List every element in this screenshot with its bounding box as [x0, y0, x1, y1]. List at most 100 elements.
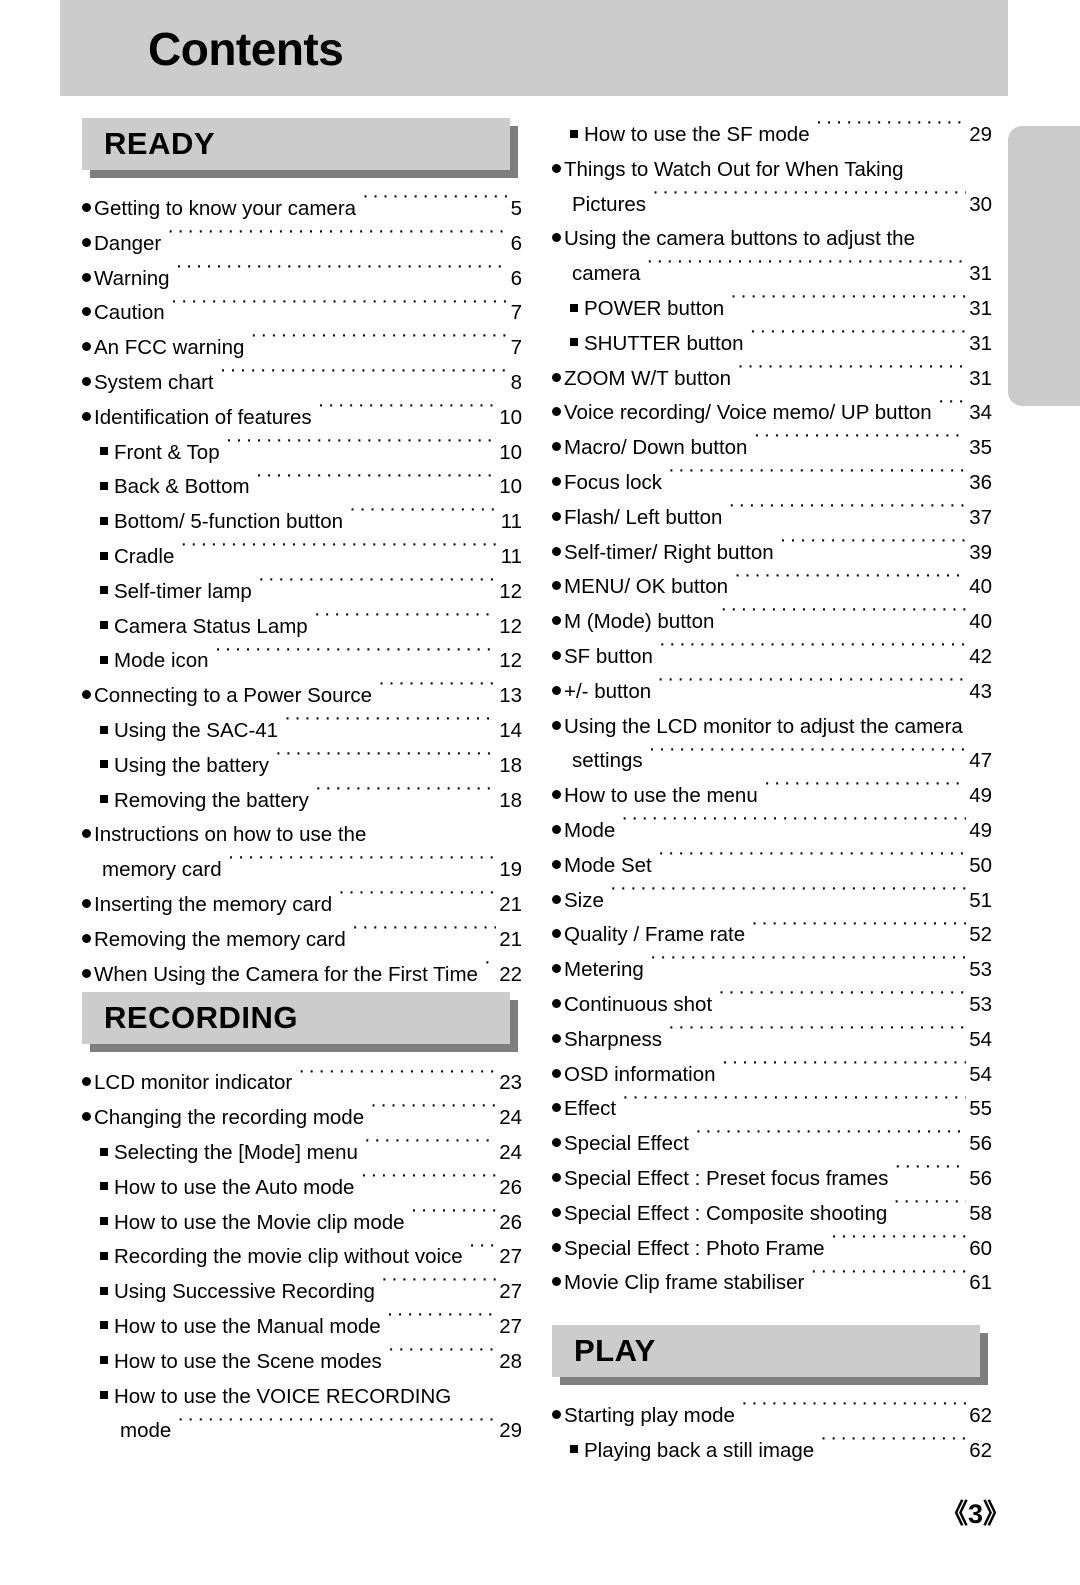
toc-entry[interactable]: Playing back a still image 62 [552, 1434, 992, 1469]
toc-entry-row: M (Mode) button 40 [552, 605, 992, 640]
toc-entry[interactable]: OSD information 54 [552, 1058, 992, 1093]
toc-entry[interactable]: M (Mode) button 40 [552, 605, 992, 640]
toc-entry[interactable]: Inserting the memory card 21 [82, 888, 522, 923]
toc-entry-label: How to use the VOICE RECORDING [114, 1384, 452, 1408]
toc-entry-label: Sharpness [564, 1027, 663, 1051]
toc-entry[interactable]: Front & Top 10 [82, 436, 522, 471]
toc-entry[interactable]: ZOOM W/T button 31 [552, 362, 992, 397]
bullet-square-icon [100, 1169, 108, 1204]
toc-entry[interactable]: Using the LCD monitor to adjust the came… [552, 710, 992, 745]
toc-entry[interactable]: Special Effect 56 [552, 1127, 992, 1162]
toc-entry[interactable]: Selecting the [Mode] menu 24 [82, 1136, 522, 1171]
toc-entry-row: Removing the battery 18 [100, 784, 522, 819]
toc-entry[interactable]: How to use the Manual mode 27 [82, 1310, 522, 1345]
toc-entry-row: Using the LCD monitor to adjust the came… [552, 710, 992, 745]
toc-entry[interactable]: +/- button 43 [552, 675, 992, 710]
toc-leader-dots [362, 195, 508, 216]
toc-entry[interactable]: POWER button 31 [552, 292, 992, 327]
bullet-dot-icon [552, 1090, 561, 1125]
toc-entry[interactable]: System chart 8 [82, 366, 522, 401]
toc-entry[interactable]: Camera Status Lamp 12 [82, 610, 522, 645]
toc-entry[interactable]: Quality / Frame rate 52 [552, 918, 992, 953]
toc-entry[interactable]: Pictures 30 [552, 188, 992, 223]
toc-entry[interactable]: Size 51 [552, 884, 992, 919]
toc-leader-dots [360, 1173, 496, 1194]
toc-entry[interactable]: Caution 7 [82, 296, 522, 331]
toc-page-number: 51 [969, 888, 992, 912]
toc-entry[interactable]: How to use the Scene modes 28 [82, 1345, 522, 1380]
toc-entry[interactable]: Self-timer/ Right button 39 [552, 536, 992, 571]
toc-entry[interactable]: SF button 42 [552, 640, 992, 675]
toc-entry[interactable]: Special Effect : Composite shooting 58 [552, 1197, 992, 1232]
toc-entry[interactable]: How to use the Auto mode 26 [82, 1171, 522, 1206]
toc-entry[interactable]: LCD monitor indicator 23 [82, 1066, 522, 1101]
toc-leader-dots [718, 990, 966, 1011]
toc-entry[interactable]: Mode 49 [552, 814, 992, 849]
toc-entry[interactable]: Instructions on how to use the [82, 818, 522, 853]
toc-entry[interactable]: Warning 6 [82, 262, 522, 297]
toc-entry[interactable]: Recording the movie clip without voice 27 [82, 1240, 522, 1275]
toc-entry[interactable]: Cradle 11 [82, 540, 522, 575]
toc-entry[interactable]: camera 31 [552, 257, 992, 292]
toc-entry[interactable]: How to use the SF mode 29 [552, 118, 992, 153]
toc-entry-label: Removing the memory card [94, 927, 346, 951]
toc-entry-label: Connecting to a Power Source [94, 684, 373, 708]
toc-entry[interactable]: Voice recording/ Voice memo/ UP button 34 [552, 396, 992, 431]
toc-leader-dots [226, 438, 497, 459]
toc-entry[interactable]: Connecting to a Power Source 13 [82, 679, 522, 714]
toc-entry[interactable]: How to use the menu 49 [552, 779, 992, 814]
bullet-square-icon [100, 1238, 108, 1273]
toc-entry[interactable]: Back & Bottom 10 [82, 470, 522, 505]
toc-entry-row: Warning 6 [82, 262, 522, 297]
toc-entry[interactable]: Mode icon 12 [82, 644, 522, 679]
toc-entry[interactable]: Starting play mode 62 [552, 1399, 992, 1434]
toc-entry[interactable]: Identification of features 10 [82, 401, 522, 436]
toc-entry[interactable]: Using the SAC-41 14 [82, 714, 522, 749]
toc-entry[interactable]: Danger 6 [82, 227, 522, 262]
toc-entry[interactable]: settings 47 [552, 744, 992, 779]
toc-entry[interactable]: Focus lock 36 [552, 466, 992, 501]
section-header-label: READY [104, 126, 216, 161]
bullet-square-icon [100, 642, 108, 677]
bullet-dot-icon [552, 1264, 561, 1299]
toc-entry[interactable]: Bottom/ 5-function button 11 [82, 505, 522, 540]
bullet-square-icon [100, 1273, 108, 1308]
toc-entry[interactable]: Using the battery 18 [82, 749, 522, 784]
toc-entry-label: Macro/ Down button [564, 436, 748, 460]
toc-page-number: 47 [969, 749, 992, 773]
toc-entry[interactable]: When Using the Camera for the First Time… [82, 958, 522, 993]
toc-entry[interactable]: memory card 19 [82, 853, 522, 888]
toc-entry[interactable]: Removing the battery 18 [82, 784, 522, 819]
toc-entry[interactable]: MENU/ OK button 40 [552, 570, 992, 605]
toc-leader-dots [610, 886, 966, 907]
toc-leader-dots [284, 716, 496, 737]
bullet-dot-icon [552, 360, 561, 395]
toc-entry[interactable]: Macro/ Down button 35 [552, 431, 992, 466]
toc-entry[interactable]: Flash/ Left button 37 [552, 501, 992, 536]
toc-page-number: 12 [499, 579, 522, 603]
toc-entry[interactable]: Using the camera buttons to adjust the [552, 222, 992, 257]
toc-entry[interactable]: Self-timer lamp 12 [82, 575, 522, 610]
toc-entry[interactable]: Continuous shot 53 [552, 988, 992, 1023]
toc-entry[interactable]: How to use the Movie clip mode 26 [82, 1206, 522, 1241]
toc-entry[interactable]: Sharpness 54 [552, 1023, 992, 1058]
toc-entry[interactable]: Movie Clip frame stabiliser 61 [552, 1266, 992, 1301]
toc-entry[interactable]: Effect 55 [552, 1092, 992, 1127]
toc-entry[interactable]: Mode Set 50 [552, 849, 992, 884]
toc-page-number: 28 [499, 1349, 522, 1373]
toc-entry[interactable]: Using Successive Recording 27 [82, 1275, 522, 1310]
toc-entry[interactable]: Special Effect : Preset focus frames 56 [552, 1162, 992, 1197]
toc-entry[interactable]: How to use the VOICE RECORDING [82, 1380, 522, 1415]
bullet-square-icon [570, 290, 578, 325]
toc-entry[interactable]: mode 29 [82, 1414, 522, 1449]
toc-entry[interactable]: Removing the memory card 21 [82, 923, 522, 958]
toc-entry[interactable]: Changing the recording mode 24 [82, 1101, 522, 1136]
toc-entry[interactable]: An FCC warning 7 [82, 331, 522, 366]
toc-entry[interactable]: Metering 53 [552, 953, 992, 988]
toc-entry[interactable]: Getting to know your camera 5 [82, 192, 522, 227]
toc-entry-row: Danger 6 [82, 227, 522, 262]
toc-entry-row: Metering 53 [552, 953, 992, 988]
toc-entry[interactable]: SHUTTER button 31 [552, 327, 992, 362]
toc-entry[interactable]: Special Effect : Photo Frame 60 [552, 1232, 992, 1267]
toc-entry[interactable]: Things to Watch Out for When Taking [552, 153, 992, 188]
